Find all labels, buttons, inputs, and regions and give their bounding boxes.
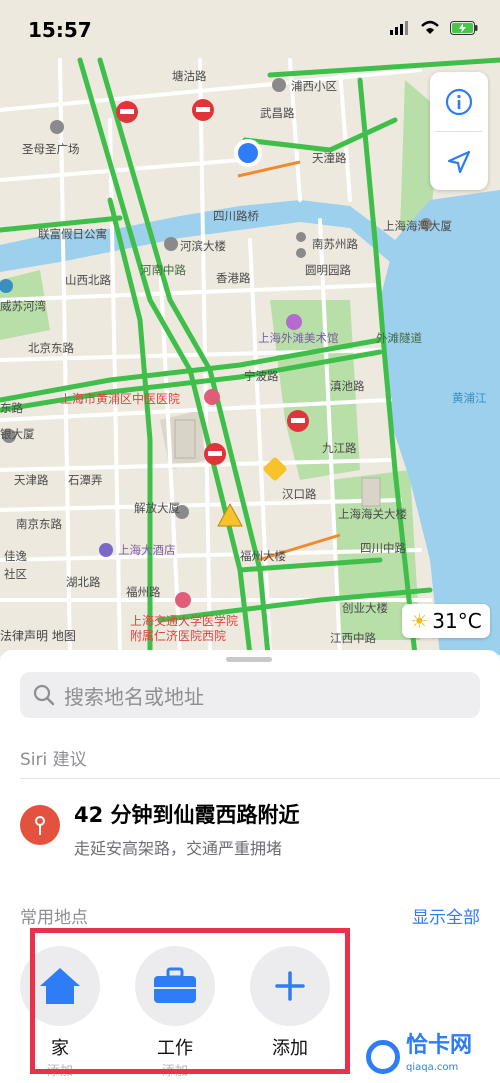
map-label: 福州大楼 — [240, 549, 286, 563]
watermark-logo-icon — [366, 1040, 400, 1074]
map-label: 河南中路 — [140, 263, 186, 277]
map-label: 四川路桥 — [213, 209, 259, 223]
sun-icon: ☀ — [410, 609, 429, 633]
suggestion-detail: 走延安高架路，交通严重拥堵 — [74, 839, 283, 858]
map-label: 黄浦江 — [452, 391, 487, 405]
search-icon — [33, 684, 55, 706]
map-label: 塘沽路 — [172, 69, 207, 83]
map-label: 浦西小区 — [291, 79, 337, 93]
legal-notice[interactable]: 法律声明 地图 — [0, 627, 76, 644]
map-label: 银大厦 — [0, 427, 35, 441]
map-label: 圆明园路 — [305, 263, 351, 277]
watermark-name: 恰卡网 — [406, 1033, 473, 1058]
warning-icon — [217, 457, 287, 527]
siri-suggestions-title: Siri 建议 — [20, 750, 87, 770]
map-label: 九江路 — [322, 441, 357, 455]
map-label: 创业大楼 — [342, 601, 388, 615]
battery-charging-icon — [450, 20, 478, 35]
map-label: 上海海湾大厦 — [383, 219, 452, 233]
map-label: 滇池路 — [330, 379, 365, 393]
locate-button[interactable] — [430, 132, 488, 191]
current-location-icon — [234, 139, 262, 167]
map-label: 天津路 — [14, 473, 49, 487]
info-button[interactable] — [430, 72, 488, 131]
map-label: 山西北路 — [65, 273, 111, 287]
map-label: 宁波路 — [244, 369, 279, 383]
status-time: 15:57 — [28, 18, 92, 42]
map-label: 威苏河湾 — [0, 299, 46, 313]
annotation-highlight-box — [30, 928, 350, 1074]
map-label: 南京东路 — [16, 517, 62, 531]
map-label: 社区 — [4, 567, 27, 581]
watermark: 恰卡网 qiaqa.com — [366, 1035, 492, 1077]
divider — [20, 778, 500, 779]
map-label: 香港路 — [216, 271, 251, 285]
map-label: 四川中路 — [360, 541, 406, 555]
map-label: 上海海关大楼 — [338, 507, 407, 521]
suggestion-title: 42 分钟到仙霞西路附近 — [74, 803, 300, 827]
watermark-url: qiaqa.com — [406, 1062, 459, 1073]
map-label: 解放大厦 — [134, 501, 180, 515]
map-label: 联富假日公寓 — [38, 227, 107, 241]
cellular-signal-icon — [390, 20, 408, 35]
map-label: 圣母圣广场 — [22, 142, 80, 156]
map-label: 湖北路 — [66, 575, 101, 589]
map-label: 上海市黄浦区中医医院 — [60, 392, 181, 406]
map-label: 江西中路 — [330, 631, 376, 645]
map-view[interactable]: 塘沽路 浦西小区 武昌路 圣母圣广场 天潼路 四川路桥 上海海湾大厦 联富假日公… — [0, 0, 500, 655]
map-label: 外滩隧道 — [376, 331, 422, 345]
map-label: 天潼路 — [312, 151, 347, 165]
search-input[interactable]: 搜索地名或地址 — [20, 672, 480, 718]
favorites-title: 常用地点 — [20, 908, 88, 928]
sheet-grabber[interactable] — [226, 657, 272, 662]
map-label: 河滨大楼 — [180, 239, 226, 253]
map-label: 武昌路 — [260, 106, 295, 120]
status-bar: 15:57 — [0, 0, 500, 56]
map-pin-icon — [20, 805, 60, 845]
temperature: 31°C — [432, 609, 482, 633]
map-label: 附属仁济医院西院 — [130, 629, 227, 643]
map-label: 汉口路 — [282, 487, 317, 501]
location-arrow-icon — [447, 150, 471, 173]
info-icon — [445, 88, 473, 115]
search-placeholder: 搜索地名或地址 — [64, 684, 204, 709]
map-label: 佳逸 — [4, 549, 27, 563]
map-controls — [430, 72, 488, 190]
map-label: 石潭弄 — [68, 473, 103, 487]
siri-suggestion-row[interactable]: 42 分钟到仙霞西路附近 走延安高架路，交通严重拥堵 — [20, 795, 480, 865]
wifi-icon — [421, 20, 439, 34]
map-label: 南苏州路 — [312, 237, 358, 251]
map-label: 东路 — [0, 401, 23, 415]
show-all-link[interactable]: 显示全部 — [412, 903, 480, 928]
map-label: 北京东路 — [28, 341, 74, 355]
weather-badge[interactable]: ☀ 31°C — [402, 604, 490, 638]
map-label: 上海外滩美术馆 — [258, 331, 339, 345]
map-label: 上海大酒店 — [118, 543, 176, 557]
map-label: 福州路 — [126, 585, 161, 599]
